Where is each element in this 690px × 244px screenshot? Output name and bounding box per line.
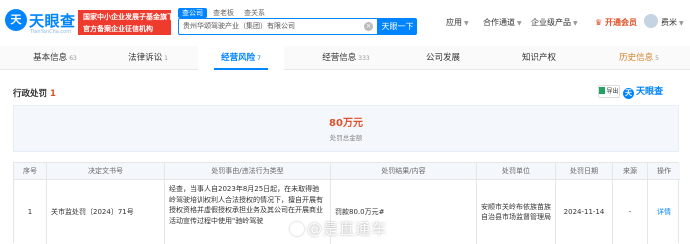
search-tab-company[interactable]: 查公司 — [178, 8, 207, 18]
banner-line-2: 官方备案企业征信机构 — [83, 25, 153, 33]
tab-count: 333 — [358, 55, 370, 62]
brand-mark-icon: 天 — [623, 88, 634, 99]
col-header-doc-no: 决定文书号 — [47, 163, 165, 180]
col-header-date: 处罚日期 — [556, 163, 613, 180]
row-doc-no: 关市监处罚〔2024〕71号 — [47, 180, 165, 244]
tab-litigation[interactable]: 法律诉讼 1 — [105, 46, 191, 70]
tab-intellectual-property[interactable]: 知识产权 — [496, 46, 582, 70]
chevron-down-icon: ▼ — [679, 20, 684, 27]
tab-business-risk[interactable]: 经营风险 7 — [198, 46, 284, 70]
user-menu[interactable]: 费米 ▼ — [661, 17, 684, 28]
watermark: @是直通车 — [290, 218, 387, 239]
tab-label: 经营风险 — [221, 53, 256, 63]
penalty-summary: 80万元 处罚总金额 — [13, 105, 679, 152]
export-label: 导出 — [606, 88, 619, 95]
col-header-unit: 处罚单位 — [477, 163, 556, 180]
section-title-label: 行政处罚 — [13, 89, 48, 99]
row-unit: 安顺市关岭布依族苗族自治县市场监督管理局 — [477, 180, 556, 244]
search-type-tabs: 查公司 查老板 查关系 — [178, 8, 269, 18]
brand-label: 天眼查 — [636, 87, 664, 97]
col-header-reason: 处罚事由/违法行为类型 — [165, 163, 331, 180]
tab-history-info[interactable]: 历史信息 5 — [596, 46, 682, 70]
col-header-result: 处罚结果/内容 — [331, 163, 477, 180]
clear-icon[interactable]: × — [364, 22, 373, 31]
vip-button[interactable]: ♛ 开通会员 — [595, 17, 637, 28]
row-date: 2024-11-14 — [556, 180, 613, 244]
logo-title: 天眼查 — [29, 12, 76, 30]
search-input[interactable]: 贵州华颂驾驶产业（集团）有限公司 × — [178, 18, 378, 35]
total-amount-label: 处罚总金额 — [329, 134, 363, 142]
weibo-icon — [290, 222, 304, 236]
logo-mark-icon: 天 — [5, 9, 27, 31]
top-header: 天 天眼查 TianYanCha.com 国家中小企业发展子基金旗下 官方备案企… — [0, 0, 690, 46]
banner-line-1: 国家中小企业发展子基金旗下 — [83, 13, 171, 21]
tab-business-info[interactable]: 经营信息 333 — [303, 46, 389, 70]
search-tab-boss[interactable]: 查老板 — [209, 8, 238, 18]
tab-count: 63 — [69, 55, 77, 62]
total-amount: 80万元 — [329, 118, 363, 129]
nav-apps[interactable]: 应用 ▼ — [446, 17, 469, 28]
nav-partner[interactable]: 合作通道 ▼ — [483, 17, 522, 28]
chevron-down-icon: ▼ — [517, 20, 522, 27]
nav-apps-label: 应用 — [446, 18, 462, 27]
logo-domain: TianYanCha.com — [30, 29, 72, 35]
brand-logo: 天天眼查 — [623, 84, 663, 99]
search-tab-relation[interactable]: 查关系 — [240, 8, 269, 18]
detail-link[interactable]: 详情 — [648, 180, 680, 244]
main-tabs: 基本信息 63 法律诉讼 1 经营风险 7 经营信息 333 公司发展 知识产权 历史信… — [0, 46, 690, 70]
tab-company-development[interactable]: 公司发展 — [400, 46, 486, 70]
chevron-down-icon: ▼ — [464, 20, 469, 27]
tab-label: 法律诉讼 — [128, 53, 163, 63]
nav-enterprise[interactable]: 企业级产品 ▼ — [531, 17, 578, 28]
col-header-index: 序号 — [14, 163, 47, 180]
nav-partner-label: 合作通道 — [483, 18, 515, 27]
nav-enterprise-label: 企业级产品 — [531, 18, 571, 27]
tab-label: 历史信息 — [619, 53, 654, 63]
col-header-action: 操作 — [648, 163, 680, 180]
section-title: 行政处罚 1 — [13, 87, 56, 99]
excel-icon — [599, 87, 606, 94]
row-source: - — [613, 180, 648, 244]
official-banner: 国家中小企业发展子基金旗下 官方备案企业征信机构 — [78, 10, 171, 35]
section-count: 1 — [50, 89, 56, 99]
export-button[interactable]: 导出 — [598, 85, 620, 98]
tab-label: 知识产权 — [521, 53, 556, 63]
row-index: 1 — [14, 180, 47, 244]
watermark-text: @是直通车 — [307, 220, 388, 238]
tab-label: 基本信息 — [33, 53, 68, 63]
avatar[interactable] — [644, 14, 658, 28]
tab-label: 经营信息 — [322, 53, 357, 63]
tab-count: 5 — [655, 55, 659, 62]
search-input-value: 贵州华颂驾驶产业（集团）有限公司 — [183, 22, 295, 30]
search-button[interactable]: 天眼一下 — [378, 18, 417, 35]
tab-count: 1 — [164, 55, 168, 62]
user-name: 费米 — [661, 18, 677, 27]
crown-icon: ♛ — [595, 18, 603, 27]
col-header-source: 来源 — [613, 163, 648, 180]
tab-basic-info[interactable]: 基本信息 63 — [12, 46, 98, 70]
tab-label: 公司发展 — [425, 53, 460, 63]
vip-label: 开通会员 — [604, 18, 637, 27]
tab-count: 7 — [257, 55, 261, 62]
chevron-down-icon: ▼ — [573, 20, 578, 27]
